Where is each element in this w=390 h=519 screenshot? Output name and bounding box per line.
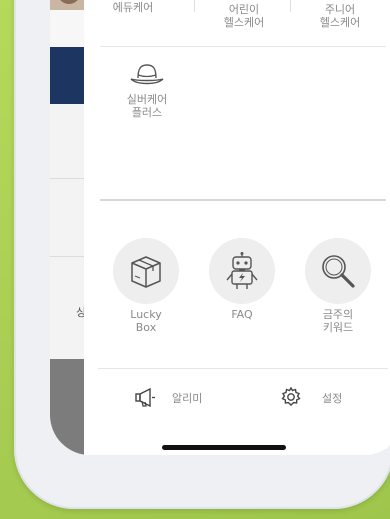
hat-icon — [130, 64, 164, 85]
side-menu-drawer: 에듀케어 어린이 헬스케어 주니어 헬스케어 실버케어 플러스 Lucky Bo… — [84, 0, 390, 455]
underlay-photo — [50, 0, 84, 10]
menu-item-child-healthcare[interactable]: 어린이 헬스케어 — [204, 0, 284, 29]
feature-lucky-box[interactable]: Lucky Box — [111, 238, 181, 334]
home-indicator — [162, 445, 286, 450]
feature-circle — [209, 238, 275, 304]
underlay-dim-overlay — [50, 359, 84, 455]
robot-icon — [226, 252, 258, 289]
menu-item-educare[interactable]: 에듀케어 — [98, 0, 168, 14]
feature-label: 금주의 키워드 — [322, 308, 354, 334]
menu-item-label: 어린이 헬스케어 — [223, 3, 265, 29]
megaphone-icon — [135, 387, 155, 408]
feature-weekly-keyword[interactable]: 금주의 키워드 — [303, 238, 373, 334]
menu-item-junior-healthcare[interactable]: 주니어 헬스케어 — [300, 0, 380, 29]
menu-item-label: 주니어 헬스케어 — [319, 3, 361, 29]
settings-button[interactable]: 설정 — [280, 386, 370, 408]
menu-item-silvercare-plus[interactable]: 실버케어 플러스 — [112, 60, 182, 119]
menu-item-label: 실버케어 플러스 — [126, 93, 168, 119]
divider — [100, 46, 386, 47]
notice-button[interactable]: 알리미 — [134, 386, 244, 408]
underlay-banner — [50, 47, 84, 104]
gear-icon — [281, 386, 301, 406]
feature-circle — [113, 238, 179, 304]
divider — [98, 368, 388, 369]
feature-label: FAQ — [231, 308, 253, 321]
feature-circle — [305, 238, 371, 304]
notice-label: 알리미 — [172, 392, 203, 405]
menu-item-label: 에듀케어 — [112, 1, 154, 14]
section-divider — [100, 199, 386, 201]
feature-label: Lucky Box — [130, 308, 162, 334]
box-icon — [131, 256, 161, 288]
phone-frame: 싱 에듀케어 어린이 헬스케어 주니어 헬스케어 실버케어 플러스 Lucky … — [14, 0, 390, 509]
underlying-app-page: 싱 — [50, 0, 86, 455]
magnifier-icon — [322, 255, 355, 288]
phone-screen: 싱 에듀케어 어린이 헬스케어 주니어 헬스케어 실버케어 플러스 Lucky … — [50, 0, 390, 455]
feature-faq[interactable]: FAQ — [207, 238, 277, 321]
settings-label: 설정 — [322, 392, 343, 405]
